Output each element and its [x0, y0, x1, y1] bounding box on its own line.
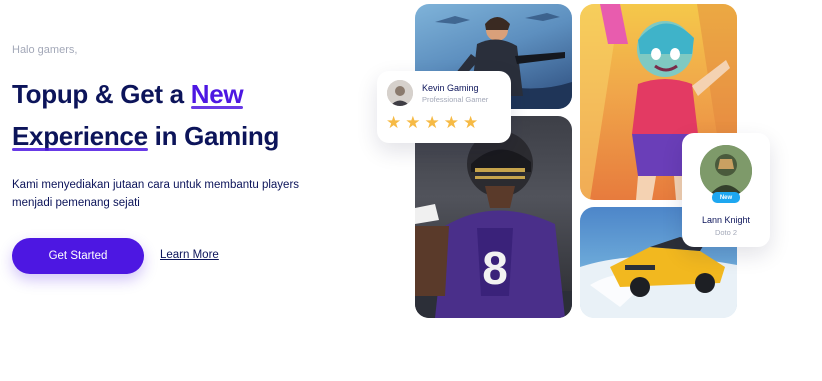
avatar-image: [700, 145, 752, 197]
game-art-image: 8: [415, 131, 572, 318]
rating-stars: ★ ★ ★ ★ ★: [386, 114, 478, 132]
greeting-text: Halo gamers,: [12, 44, 78, 56]
lann-knight-card[interactable]: New Lann Knight Doto 2: [682, 133, 770, 247]
svg-text:8: 8: [482, 242, 508, 294]
headline-part-2: Experience: [12, 115, 148, 157]
hero-description: Kami menyediakan jutaan cara untuk memba…: [12, 179, 300, 209]
new-badge: New: [712, 192, 740, 203]
headline-part-1: Topup & Get a: [12, 79, 191, 109]
learn-more-link[interactable]: Learn More: [160, 249, 219, 261]
avatar: [700, 145, 752, 197]
card-role: Professional Gamer: [422, 95, 489, 104]
hero-headline: Topup & Get a New Experience in Gaming: [12, 73, 352, 157]
star-icon: ★: [386, 113, 402, 132]
avatar-image: [387, 80, 413, 106]
headline-highlight: New: [190, 73, 244, 115]
get-started-button[interactable]: Get Started: [12, 238, 144, 274]
card-name: Lann Knight: [701, 215, 751, 225]
star-icon: ★: [443, 113, 459, 132]
football-player-image: 8: [415, 116, 572, 318]
star-icon: ★: [405, 113, 421, 132]
star-icon: ★: [424, 113, 440, 132]
card-name: Kevin Gaming: [422, 83, 479, 93]
kevin-gaming-card[interactable]: Kevin Gaming Professional Gamer ★ ★ ★ ★ …: [377, 71, 511, 143]
avatar: [387, 80, 413, 106]
star-icon: ★: [463, 113, 479, 132]
headline-part-3: in Gaming: [147, 121, 280, 151]
card-role: Doto 2: [714, 228, 738, 237]
